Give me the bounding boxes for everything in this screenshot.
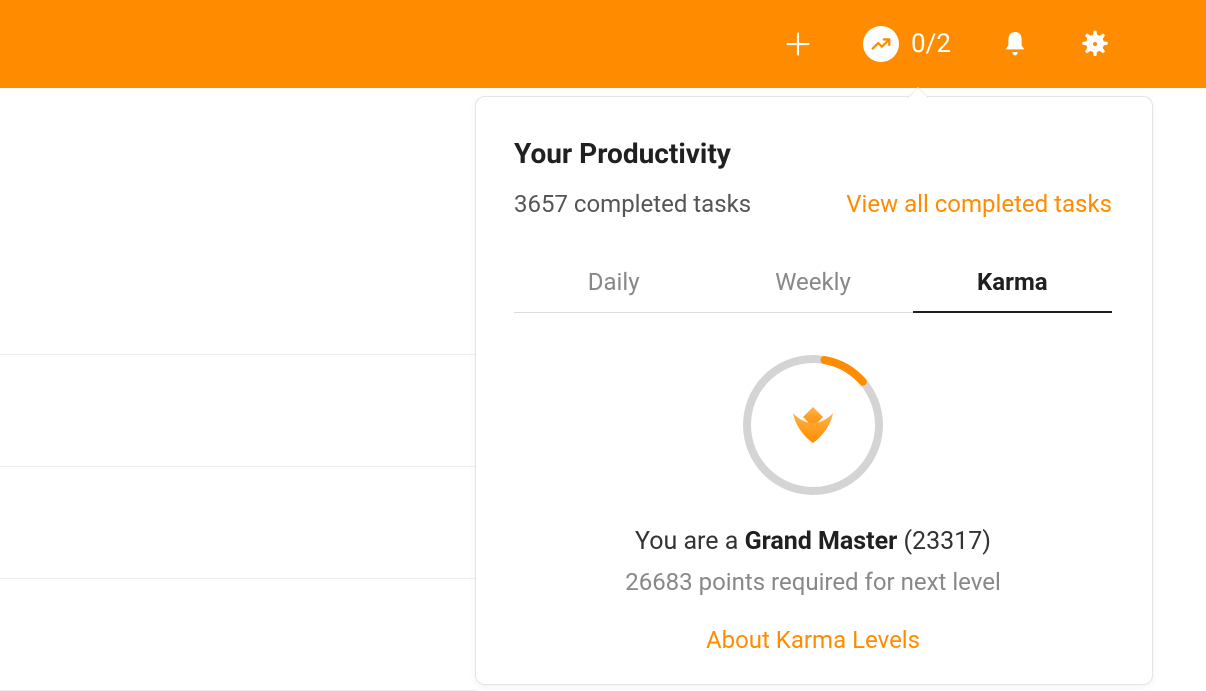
bell-icon (999, 28, 1031, 60)
gear-icon (1079, 28, 1111, 60)
trend-up-icon (870, 33, 892, 55)
popover-title: Your Productivity (514, 137, 1112, 170)
background-list (0, 88, 478, 691)
karma-level-icon (783, 395, 843, 455)
add-task-button[interactable] (781, 27, 815, 61)
about-karma-link[interactable]: About Karma Levels (514, 626, 1112, 654)
tab-karma[interactable]: Karma (913, 268, 1112, 312)
karma-level-text: You are a Grand Master (23317) (514, 527, 1112, 556)
view-all-link[interactable]: View all completed tasks (846, 190, 1112, 218)
settings-button[interactable] (1079, 28, 1111, 60)
summary-row: 3657 completed tasks View all completed … (514, 190, 1112, 218)
productivity-icon (863, 26, 899, 62)
karma-points-required: 26683 points required for next level (514, 568, 1112, 596)
tabs: Daily Weekly Karma (514, 268, 1112, 313)
productivity-count: 0/2 (911, 29, 951, 59)
productivity-popover: Your Productivity 3657 completed tasks V… (475, 96, 1153, 685)
plus-icon (781, 27, 815, 61)
completed-tasks-text: 3657 completed tasks (514, 190, 751, 218)
productivity-button[interactable]: 0/2 (863, 26, 951, 62)
notifications-button[interactable] (999, 28, 1031, 60)
app-header: 0/2 (0, 0, 1206, 88)
tab-weekly[interactable]: Weekly (713, 268, 912, 312)
tab-daily[interactable]: Daily (514, 268, 713, 312)
karma-progress-ring (514, 353, 1112, 497)
